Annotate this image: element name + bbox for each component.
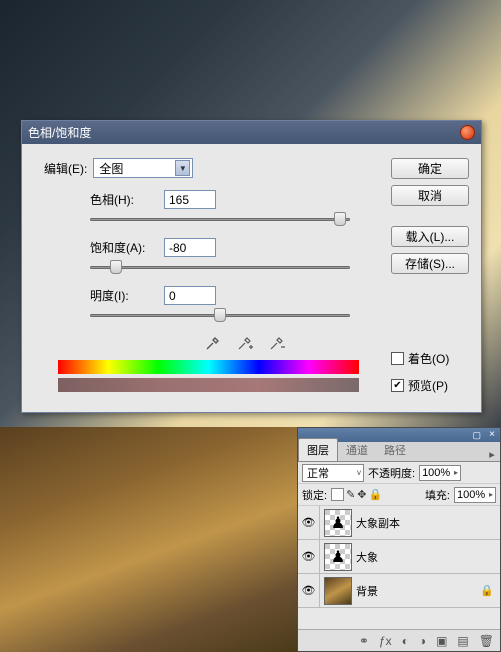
lock-all-icon[interactable]: 🔒 — [369, 488, 383, 501]
panel-minimize-icon[interactable]: ▢ — [472, 430, 481, 441]
layer-item[interactable]: 👁 ♟ 大象 — [298, 540, 500, 574]
layer-item[interactable]: 👁 背景 🔒 — [298, 574, 500, 608]
edit-label: 编辑(E): — [44, 160, 87, 177]
opacity-value: 100% — [422, 467, 450, 479]
layer-item[interactable]: 👁 ♟ 大象副本 — [298, 506, 500, 540]
fill-value: 100% — [457, 489, 485, 501]
blend-mode-value: 正常 — [307, 465, 329, 481]
eyedropper-icon[interactable] — [204, 334, 222, 352]
lock-pixels-icon[interactable]: ✎ — [346, 488, 355, 501]
preview-checkbox[interactable]: ✔ — [391, 379, 404, 392]
lock-label: 锁定: — [302, 487, 327, 503]
tab-layers[interactable]: 图层 — [298, 438, 338, 461]
visibility-eye-icon[interactable]: 👁 — [298, 506, 320, 540]
layer-thumbnail — [324, 577, 352, 605]
layers-panel: ▢ × 图层 通道 路径 ▸ 正常 v 不透明度: 100% ▸ 锁定: ✎ ✥… — [297, 427, 501, 652]
blend-mode-select[interactable]: 正常 v — [302, 464, 364, 482]
save-button[interactable]: 存储(S)... — [391, 253, 469, 274]
hue-label: 色相(H): — [90, 191, 152, 208]
fill-label: 填充: — [425, 487, 450, 503]
chevron-right-icon: ▸ — [454, 468, 458, 477]
link-layers-icon[interactable]: ⚭ — [359, 634, 369, 648]
hue-saturation-dialog: 色相/饱和度 编辑(E): 全图 ▼ 色相(H): 饱和度(A): — [21, 120, 482, 413]
preview-label: 预览(P) — [408, 377, 448, 394]
layer-thumbnail: ♟ — [324, 509, 352, 537]
lightness-label: 明度(I): — [90, 287, 152, 304]
chevron-right-icon: ▸ — [489, 490, 493, 499]
background-image-bottom — [0, 427, 297, 652]
ok-button[interactable]: 确定 — [391, 158, 469, 179]
layer-mask-icon[interactable]: ◐ — [402, 634, 409, 648]
chevron-down-icon: ▼ — [175, 160, 190, 176]
layer-thumbnail: ♟ — [324, 543, 352, 571]
layer-name: 大象 — [356, 549, 378, 565]
eyedropper-add-icon[interactable] — [236, 334, 254, 352]
panel-close-icon[interactable]: × — [487, 430, 497, 440]
edit-select-value: 全图 — [99, 160, 123, 177]
new-layer-icon[interactable]: ▤ — [457, 634, 468, 648]
tab-paths[interactable]: 路径 — [376, 439, 414, 461]
saturation-slider[interactable] — [90, 259, 350, 276]
hue-slider[interactable] — [90, 211, 350, 228]
hue-input[interactable] — [164, 190, 216, 209]
lightness-slider[interactable] — [90, 307, 350, 324]
layers-panel-footer: ⚭ ƒx ◐ ◑ ▣ ▤ 🗑 — [298, 629, 500, 651]
hue-spectrum-strip — [58, 360, 359, 374]
opacity-input[interactable]: 100% ▸ — [419, 465, 461, 481]
layer-style-icon[interactable]: ƒx — [379, 634, 392, 648]
eyedropper-subtract-icon[interactable] — [268, 334, 286, 352]
tab-channels[interactable]: 通道 — [338, 439, 376, 461]
visibility-eye-icon[interactable]: 👁 — [298, 540, 320, 574]
panel-menu-icon[interactable]: ▸ — [484, 448, 500, 461]
lock-transparency-icon[interactable] — [331, 488, 344, 501]
dialog-titlebar[interactable]: 色相/饱和度 — [22, 121, 481, 144]
lock-position-icon[interactable]: ✥ — [357, 488, 366, 501]
lightness-input[interactable] — [164, 286, 216, 305]
delete-layer-icon[interactable]: 🗑 — [479, 634, 494, 648]
fill-input[interactable]: 100% ▸ — [454, 487, 496, 503]
close-icon[interactable] — [460, 125, 475, 140]
visibility-eye-icon[interactable]: 👁 — [298, 574, 320, 608]
group-icon[interactable]: ▣ — [436, 634, 447, 648]
opacity-label: 不透明度: — [368, 465, 415, 481]
lock-icon: 🔒 — [480, 584, 494, 597]
saturation-label: 饱和度(A): — [90, 239, 152, 256]
colorize-label: 着色(O) — [408, 350, 449, 367]
chevron-down-icon: v — [357, 468, 361, 477]
cancel-button[interactable]: 取消 — [391, 185, 469, 206]
adjustment-layer-icon[interactable]: ◑ — [419, 634, 426, 648]
dialog-title: 色相/饱和度 — [28, 124, 91, 141]
saturation-input[interactable] — [164, 238, 216, 257]
result-spectrum-strip — [58, 378, 359, 392]
load-button[interactable]: 载入(L)... — [391, 226, 469, 247]
edit-select[interactable]: 全图 ▼ — [93, 158, 193, 178]
layer-name: 大象副本 — [356, 515, 400, 531]
colorize-checkbox[interactable] — [391, 352, 404, 365]
layer-name: 背景 — [356, 583, 378, 599]
